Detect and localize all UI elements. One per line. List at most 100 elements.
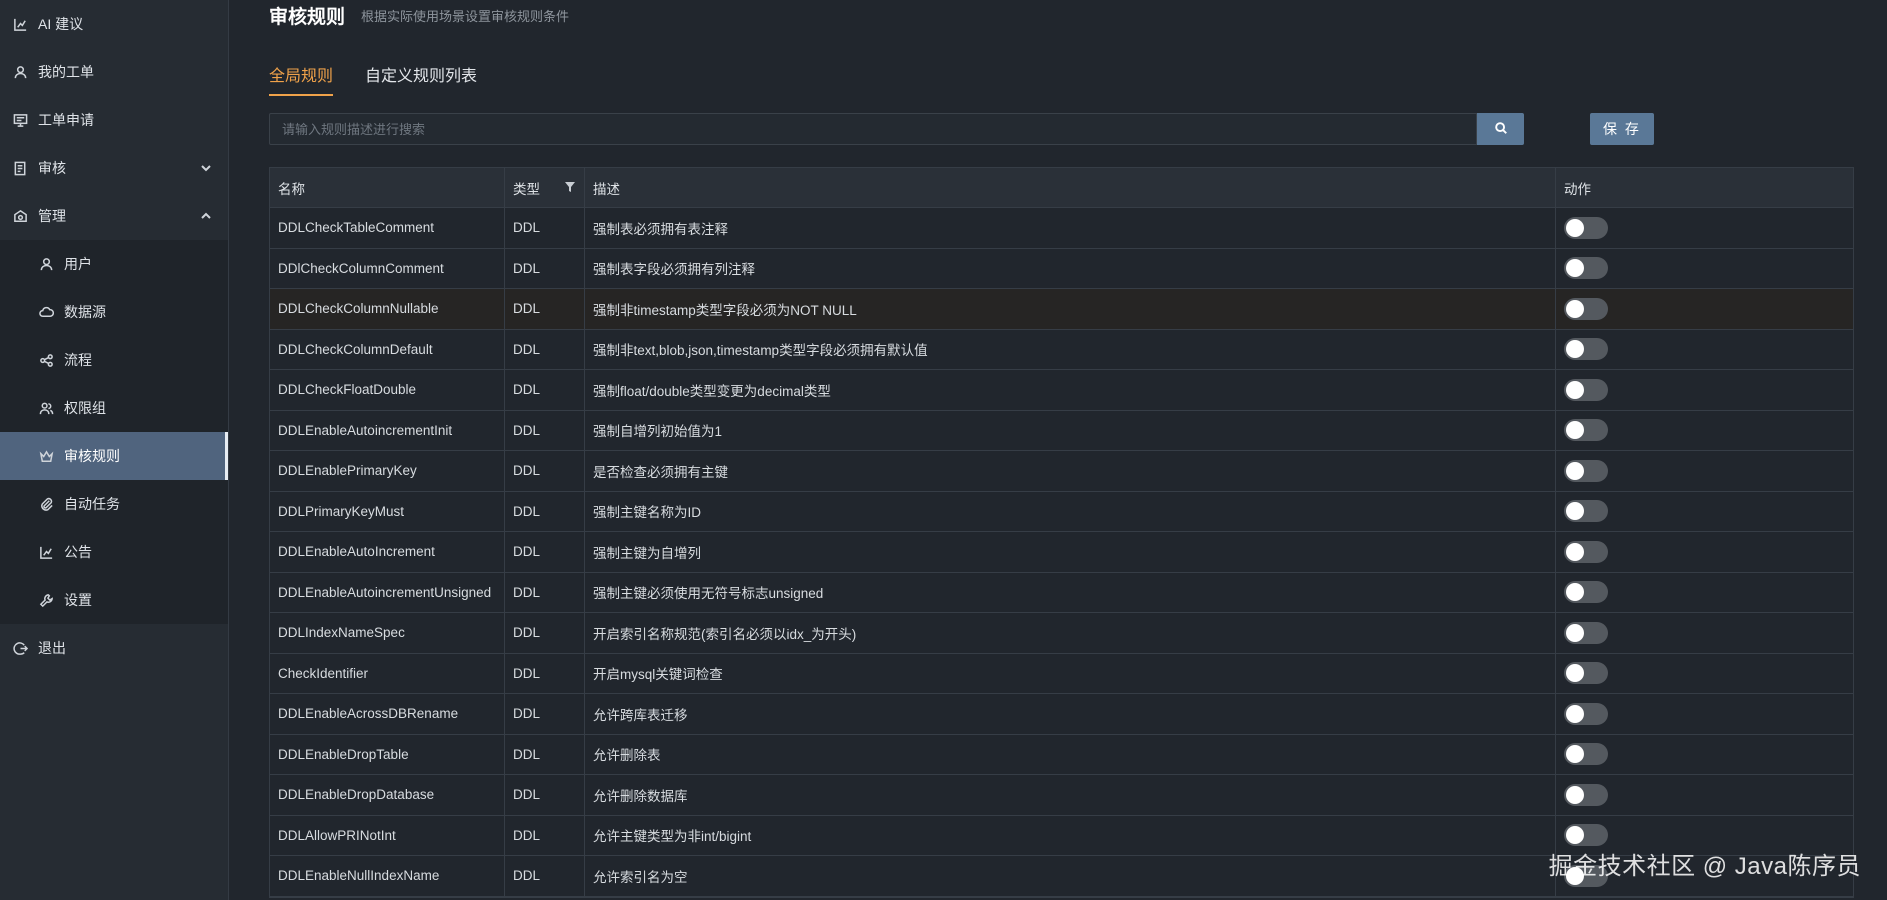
rule-type: DDL (505, 694, 585, 734)
sidebar-item-manage[interactable]: 管理 (0, 192, 228, 240)
rule-action (1556, 775, 1853, 815)
rule-action (1556, 532, 1853, 572)
sidebar-item-datasource[interactable]: 数据源 (0, 288, 228, 336)
save-button[interactable]: 保 存 (1590, 113, 1654, 145)
rule-type: DDL (505, 491, 585, 531)
rule-toggle[interactable] (1564, 257, 1608, 280)
rule-description: 强制表必须拥有表注释 (585, 208, 1556, 248)
rule-action (1556, 370, 1853, 410)
tab-global-rules[interactable]: 全局规则 (269, 62, 334, 96)
sidebar-item-permission-group[interactable]: 权限组 (0, 384, 228, 432)
rule-toggle[interactable] (1564, 621, 1608, 644)
table-row: DDlCheckColumnComment DDL 强制表字段必须拥有列注释 (270, 248, 1853, 289)
sidebar-item-label: 用户 (64, 256, 92, 272)
rule-toggle[interactable] (1564, 540, 1608, 563)
column-header-name: 名称 (270, 168, 505, 207)
table-row: DDLEnableAutoincrementInit DDL 强制自增列初始值为1 (270, 410, 1853, 451)
tab-custom-rules[interactable]: 自定义规则列表 (365, 62, 477, 86)
sidebar-item-flow[interactable]: 流程 (0, 336, 228, 384)
user-icon (12, 64, 28, 80)
table-row: DDLCheckColumnDefault DDL 强制非text,blob,jso… (270, 329, 1853, 370)
rule-toggle[interactable] (1564, 702, 1608, 725)
rule-description: 强制主键名称为ID (585, 491, 1556, 531)
table-row: DDLCheckTableComment DDL 强制表必须拥有表注释 (270, 208, 1853, 249)
rule-description: 强制自增列初始值为1 (585, 410, 1556, 450)
rule-type: DDL (505, 653, 585, 693)
rule-action (1556, 654, 1853, 694)
chevron-up-icon (200, 209, 212, 221)
table-row: CheckIdentifier DDL 开启mysql关键词检查 (270, 653, 1853, 694)
rule-toggle[interactable] (1564, 216, 1608, 239)
rule-type: DDL (505, 815, 585, 855)
rule-type: DDL (505, 410, 585, 450)
sidebar-item-label: 退出 (38, 640, 66, 656)
table-body: DDLCheckTableComment DDL 强制表必须拥有表注释 DDlChec… (270, 208, 1853, 897)
rule-type: DDL (505, 734, 585, 774)
rule-toggle[interactable] (1564, 338, 1608, 361)
document-icon (12, 160, 28, 176)
rule-action (1556, 208, 1853, 248)
rule-toggle[interactable] (1564, 297, 1608, 320)
crown-icon (38, 448, 54, 464)
column-header-desc: 描述 (585, 168, 1556, 207)
filter-icon[interactable] (564, 181, 576, 193)
sidebar-item-label: 自动任务 (64, 496, 120, 512)
watermark: 掘金技术社区 @ Java陈序员 (1548, 853, 1861, 880)
sidebar-item-audit[interactable]: 审核 (0, 144, 228, 192)
table-row: DDLCheckColumnNullable DDL 强制非timestamp类型字… (270, 289, 1853, 330)
rule-toggle[interactable] (1564, 783, 1608, 806)
rule-toggle[interactable] (1564, 419, 1608, 442)
sidebar-item-settings[interactable]: 设置 (0, 576, 228, 624)
rule-toggle[interactable] (1564, 459, 1608, 482)
rule-toggle[interactable] (1564, 824, 1608, 847)
sidebar-item-label: 设置 (64, 592, 92, 608)
search-input[interactable] (269, 113, 1477, 145)
rule-toggle[interactable] (1564, 743, 1608, 766)
sidebar-item-auto-task[interactable]: 自动任务 (0, 480, 228, 528)
table-row: DDLEnableDropDatabase DDL 允许删除数据库 (270, 775, 1853, 816)
rule-toggle[interactable] (1564, 662, 1608, 685)
table-row: DDLEnableAutoIncrement DDL 强制主键为自增列 (270, 532, 1853, 573)
rule-type: DDL (505, 532, 585, 572)
sidebar-item-users[interactable]: 用户 (0, 240, 228, 288)
rule-action (1556, 694, 1853, 734)
table-header: 名称 类型 描述 动作 (270, 168, 1853, 208)
table-row: DDLEnableDropTable DDL 允许删除表 (270, 734, 1853, 775)
sidebar-item-announcement[interactable]: 公告 (0, 528, 228, 576)
rule-action (1556, 613, 1853, 653)
rule-name: DDLEnableDropTable (270, 734, 505, 774)
sidebar-item-my-orders[interactable]: 我的工单 (0, 48, 228, 96)
column-header-type-label: 类型 (513, 181, 540, 197)
table-row: DDLIndexNameSpec DDL 开启索引名称规范(索引名必须以idx_为开… (270, 613, 1853, 654)
rule-type: DDL (505, 451, 585, 491)
rule-name: DDLEnableAutoincrementUnsigned (270, 572, 505, 612)
rule-toggle[interactable] (1564, 378, 1608, 401)
sidebar-item-label: 审核 (38, 160, 66, 176)
rule-name: DDLIndexNameSpec (270, 613, 505, 653)
cloud-icon (12, 208, 28, 224)
sidebar-item-label: 我的工单 (38, 64, 94, 80)
column-header-action: 动作 (1564, 181, 1591, 197)
rule-name: DDLAllowPRINotInt (270, 815, 505, 855)
sidebar-item-label: AI 建议 (38, 16, 84, 32)
sidebar-item-ai-suggest[interactable]: AI 建议 (0, 0, 228, 48)
cloud-icon (38, 304, 54, 320)
rule-description: 强制非timestamp类型字段必须为NOT NULL (585, 289, 1556, 329)
rule-name: DDLEnableAutoIncrement (270, 532, 505, 572)
sidebar-item-order-apply[interactable]: 工单申请 (0, 96, 228, 144)
sidebar-item-label: 工单申请 (38, 112, 94, 128)
rule-type: DDL (505, 370, 585, 410)
table-row: DDLPrimaryKeyMust DDL 强制主键名称为ID (270, 491, 1853, 532)
search-button[interactable] (1477, 113, 1524, 145)
rule-type: DDL (505, 248, 585, 288)
rule-action (1556, 330, 1853, 370)
rule-toggle[interactable] (1564, 581, 1608, 604)
rule-type: DDL (505, 289, 585, 329)
sidebar-item-label: 审核规则 (64, 448, 120, 464)
rule-toggle[interactable] (1564, 500, 1608, 523)
rule-description: 强制非text,blob,json,timestamp类型字段必须拥有默认值 (585, 329, 1556, 369)
sidebar-item-audit-rules[interactable]: 审核规则 (0, 432, 228, 480)
table-row: DDLCheckFloatDouble DDL 强制float/double类型变更… (270, 370, 1853, 411)
rule-description: 允许主键类型为非int/bigint (585, 815, 1556, 855)
sidebar-item-logout[interactable]: 退出 (0, 624, 228, 672)
